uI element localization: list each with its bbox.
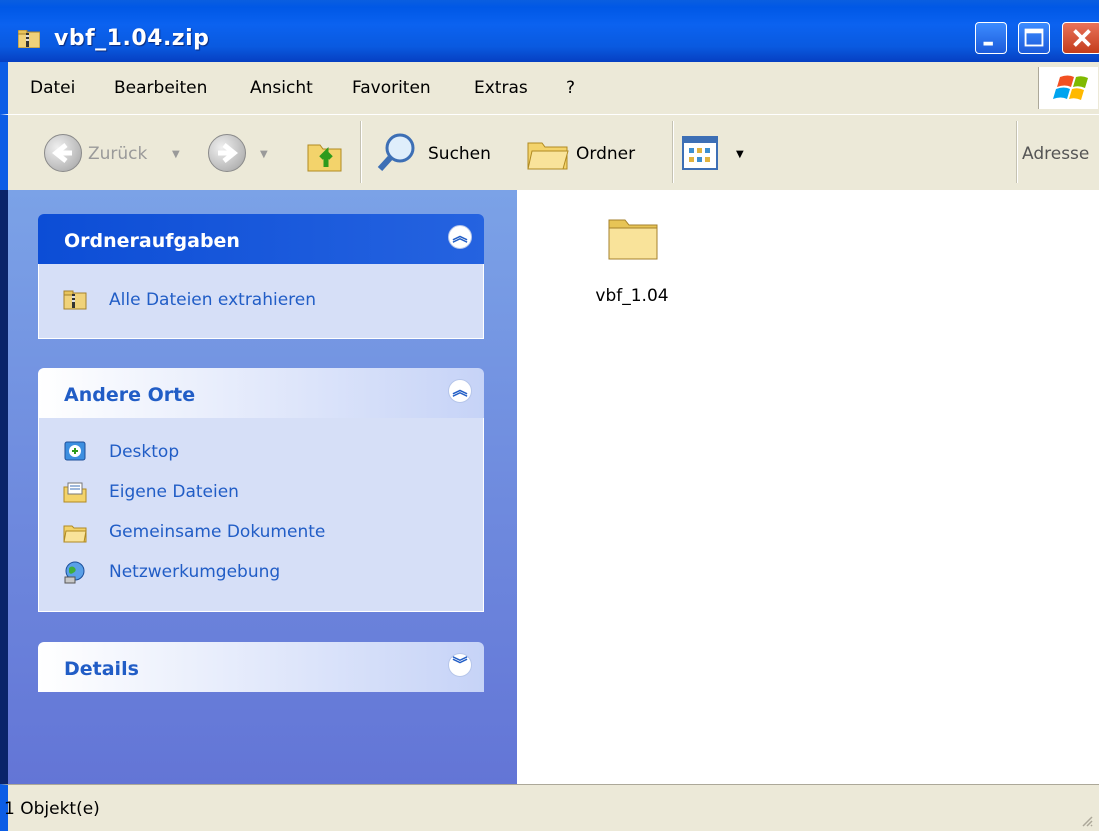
place-label: Netzwerkumgebung	[109, 562, 281, 582]
window-title: vbf_1.04.zip	[54, 26, 210, 51]
minimize-button[interactable]	[975, 22, 1007, 54]
panel-title: Details	[64, 658, 139, 680]
toolbar-separator	[672, 121, 674, 183]
forward-arrow-icon	[218, 143, 239, 163]
menu-ansicht[interactable]: Ansicht	[250, 78, 313, 98]
collapse-icon[interactable]: ︽	[448, 225, 472, 249]
views-dropdown-icon[interactable]: ▼	[736, 149, 744, 160]
minimize-icon	[983, 41, 993, 46]
desktop-icon	[64, 441, 86, 461]
panel-title: Andere Orte	[64, 384, 196, 406]
network-icon	[64, 561, 85, 584]
back-button[interactable]	[44, 134, 82, 172]
close-icon	[1073, 29, 1091, 47]
file-list[interactable]: vbf_1.04	[517, 190, 1099, 784]
panel-header[interactable]: Andere Orte ︽	[38, 368, 484, 418]
windows-logo-icon	[1038, 67, 1098, 109]
file-name: vbf_1.04	[595, 286, 669, 306]
panel-body: Desktop Eigene Dateien Gemeinsame Dokume…	[38, 418, 484, 612]
folders-icon[interactable]	[526, 135, 572, 173]
status-bar: 1 Objekt(e)	[0, 784, 1099, 831]
panel-title: Ordneraufgaben	[64, 230, 240, 252]
collapse-icon[interactable]: ︽	[448, 379, 472, 403]
forward-button[interactable]	[208, 134, 246, 172]
panel-details: Details ︾	[38, 642, 484, 692]
standard-toolbar: Zurück ▼ ▼ Suchen Ordner ▼ Adresse	[0, 114, 1099, 190]
place-label: Eigene Dateien	[109, 482, 239, 502]
my-documents-icon	[63, 482, 87, 503]
zip-folder-icon	[63, 290, 87, 310]
menu-extras[interactable]: Extras	[474, 78, 528, 98]
place-label: Desktop	[109, 442, 180, 462]
up-folder-button[interactable]	[304, 131, 348, 175]
menu-bar: Datei Bearbeiten Ansicht Favoriten Extra…	[0, 62, 1099, 114]
zip-folder-icon	[18, 30, 40, 48]
menu-favoriten[interactable]: Favoriten	[352, 78, 431, 98]
title-bar[interactable]: vbf_1.04.zip	[0, 0, 1099, 62]
views-icon[interactable]	[682, 136, 718, 170]
back-label[interactable]: Zurück	[88, 144, 147, 164]
toolbar-separator	[1016, 121, 1018, 183]
task-label: Alle Dateien extrahieren	[109, 290, 317, 310]
folders-button[interactable]: Ordner	[576, 144, 635, 164]
folder-icon	[63, 525, 87, 543]
maximize-button[interactable]	[1018, 22, 1050, 54]
back-dropdown-icon[interactable]: ▼	[172, 149, 180, 160]
address-label: Adresse	[1022, 144, 1090, 164]
place-label: Gemeinsame Dokumente	[109, 522, 326, 542]
toolbar-separator	[360, 121, 362, 183]
search-button[interactable]: Suchen	[428, 144, 491, 164]
search-icon[interactable]	[376, 131, 418, 175]
file-item-folder[interactable]: vbf_1.04	[577, 202, 687, 312]
folder-icon	[608, 219, 658, 260]
panel-header[interactable]: Ordneraufgaben ︽	[38, 214, 484, 264]
maximize-icon	[1024, 28, 1044, 47]
status-text: 1 Objekt(e)	[4, 799, 100, 819]
back-arrow-icon	[51, 143, 72, 163]
menu-datei[interactable]: Datei	[30, 78, 75, 98]
menu-help[interactable]: ?	[566, 78, 575, 98]
expand-icon[interactable]: ︾	[448, 653, 472, 677]
close-button[interactable]	[1062, 22, 1099, 54]
panel-folder-tasks: Ordneraufgaben ︽ Alle Dateien extrahiere…	[38, 214, 484, 339]
forward-dropdown-icon[interactable]: ▼	[260, 149, 268, 160]
resize-grip-icon[interactable]	[1079, 813, 1093, 827]
panel-body: Alle Dateien extrahieren	[38, 264, 484, 339]
panel-header[interactable]: Details ︾	[38, 642, 484, 692]
panel-other-places: Andere Orte ︽ Desktop Eigene Dateien Gem…	[38, 368, 484, 612]
menu-bearbeiten[interactable]: Bearbeiten	[114, 78, 207, 98]
task-pane: Ordneraufgaben ︽ Alle Dateien extrahiere…	[8, 190, 517, 784]
